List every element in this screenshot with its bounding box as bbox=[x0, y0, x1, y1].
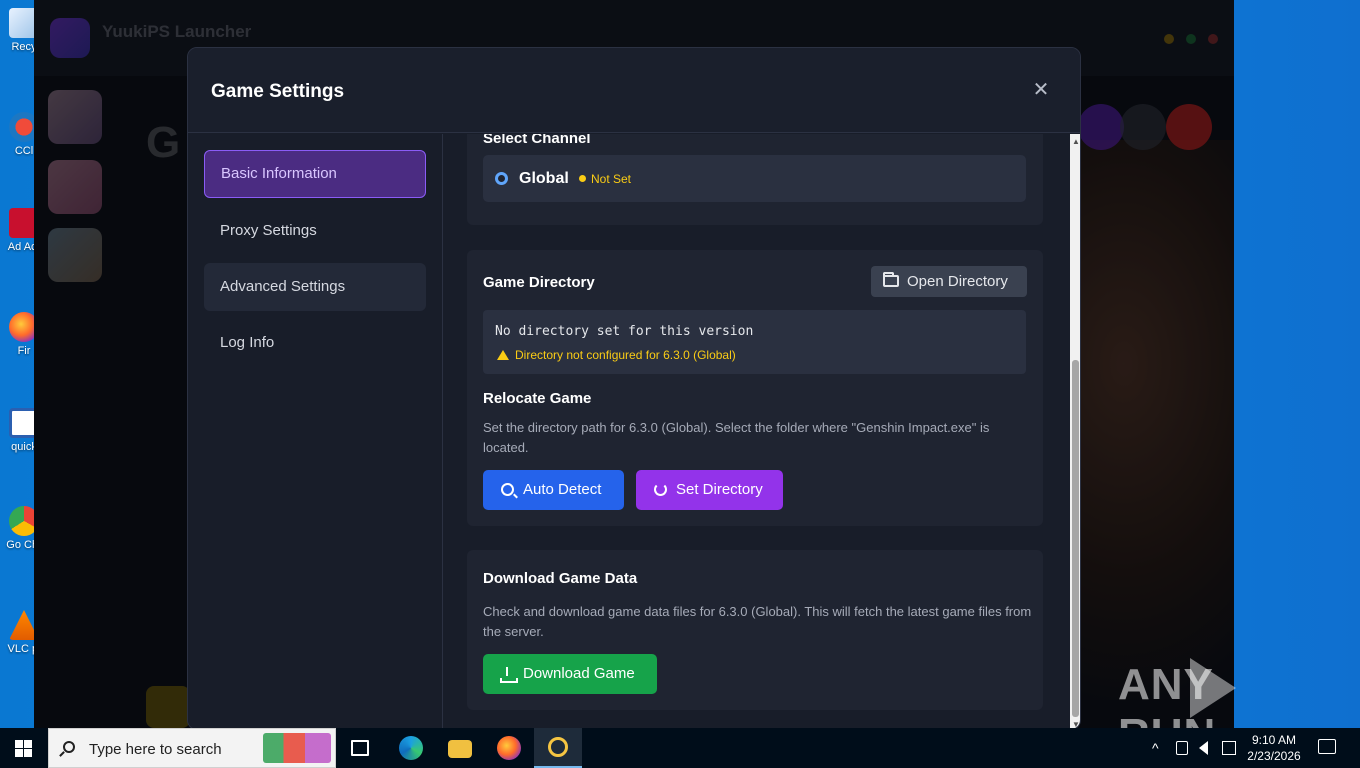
notification-icon[interactable] bbox=[1318, 739, 1336, 754]
auto-detect-label: Auto Detect bbox=[523, 481, 602, 498]
channel-label: Global bbox=[519, 170, 569, 187]
task-view-icon bbox=[351, 740, 369, 756]
download-game-label: Download Game bbox=[523, 665, 635, 682]
warning-icon bbox=[497, 350, 509, 360]
section-title: Relocate Game bbox=[483, 390, 592, 407]
settings-content: Select Channel Global Not Set Game Direc… bbox=[444, 134, 1070, 729]
network-icon[interactable] bbox=[1176, 741, 1188, 755]
desktop-icon-label: CCl bbox=[14, 145, 34, 157]
launcher-icon bbox=[548, 737, 568, 757]
search-icon bbox=[63, 741, 75, 753]
search-placeholder: Type here to search bbox=[89, 741, 222, 758]
show-hidden-icons-chevron-icon[interactable]: ^ bbox=[1152, 740, 1159, 756]
radio-button[interactable] bbox=[495, 172, 508, 185]
edge-icon bbox=[399, 736, 423, 760]
scroll-up-icon[interactable]: ▲ bbox=[1072, 138, 1080, 146]
close-icon[interactable]: ✕ bbox=[1032, 80, 1050, 100]
channel-card: Select Channel Global Not Set bbox=[467, 134, 1043, 225]
download-card: Download Game Data Check and download ga… bbox=[467, 550, 1043, 710]
open-directory-button[interactable]: Open Directory bbox=[871, 266, 1027, 297]
set-directory-button[interactable]: Set Directory bbox=[636, 470, 783, 510]
folder-icon bbox=[883, 272, 899, 287]
firefox-icon bbox=[497, 736, 521, 760]
task-view-button[interactable] bbox=[336, 728, 384, 768]
auto-detect-button[interactable]: Auto Detect bbox=[483, 470, 624, 510]
edge-taskbar-button[interactable] bbox=[386, 728, 434, 768]
search-icon bbox=[501, 483, 514, 496]
sidebar-item-advanced-settings[interactable]: Advanced Settings bbox=[204, 263, 426, 311]
sidebar-item-proxy-settings[interactable]: Proxy Settings bbox=[204, 207, 426, 255]
desktop-icon-label: Recy bbox=[11, 41, 37, 53]
status-badge: Not Set bbox=[591, 172, 632, 186]
firefox-taskbar-button[interactable] bbox=[484, 728, 532, 768]
file-explorer-icon bbox=[448, 740, 472, 758]
game-settings-dialog: Game Settings ✕ Basic Information Proxy … bbox=[187, 47, 1081, 730]
download-description: Check and download game data files for 6… bbox=[483, 604, 1032, 639]
section-title: Game Directory bbox=[483, 274, 595, 291]
settings-sidebar: Basic Information Proxy Settings Advance… bbox=[188, 134, 443, 729]
input-method-icon[interactable] bbox=[1222, 741, 1236, 755]
dialog-header: Game Settings ✕ bbox=[188, 48, 1080, 133]
taskbar: Type here to search ^ 9:10 AM 2/23/2026 bbox=[0, 728, 1360, 768]
start-button[interactable] bbox=[0, 728, 48, 768]
search-highlight-icon bbox=[263, 733, 331, 763]
sidebar-item-log-info[interactable]: Log Info bbox=[204, 319, 426, 367]
section-title: Download Game Data bbox=[483, 570, 638, 587]
download-icon bbox=[500, 667, 518, 683]
desktop-icon-label: quick bbox=[11, 441, 37, 453]
system-clock[interactable]: 9:10 AM 2/23/2026 bbox=[1238, 732, 1310, 764]
channel-option[interactable]: Global Not Set bbox=[483, 155, 1026, 202]
open-directory-label: Open Directory bbox=[907, 273, 1008, 290]
set-directory-label: Set Directory bbox=[676, 481, 763, 498]
taskbar-search-box[interactable]: Type here to search bbox=[48, 728, 336, 768]
desktop-icon-label: Fir bbox=[17, 345, 31, 357]
section-title: Select Channel bbox=[483, 134, 591, 147]
scrollbar-thumb[interactable] bbox=[1072, 360, 1079, 717]
sidebar-item-basic-information[interactable]: Basic Information bbox=[204, 150, 426, 198]
volume-icon[interactable] bbox=[1199, 741, 1208, 755]
clock-time: 9:10 AM bbox=[1251, 733, 1297, 747]
directory-display: No directory set for this version Direct… bbox=[483, 310, 1026, 374]
windows-logo-icon bbox=[15, 740, 32, 757]
directory-path: No directory set for this version bbox=[495, 324, 754, 339]
directory-card: Game Directory Open Directory No directo… bbox=[467, 250, 1043, 526]
refresh-icon bbox=[654, 483, 667, 496]
file-explorer-taskbar-button[interactable] bbox=[435, 728, 483, 768]
relocate-description: Set the directory path for 6.3.0 (Global… bbox=[483, 420, 990, 455]
scroll-down-icon[interactable]: ▼ bbox=[1072, 721, 1080, 729]
dialog-title: Game Settings bbox=[211, 81, 345, 102]
download-game-button[interactable]: Download Game bbox=[483, 654, 657, 694]
launcher-taskbar-button[interactable] bbox=[534, 728, 582, 768]
play-icon bbox=[1190, 658, 1236, 718]
warning-text: Directory not configured for 6.3.0 (Glob… bbox=[515, 348, 736, 362]
status-dot-icon bbox=[579, 175, 586, 182]
clock-date: 2/23/2026 bbox=[1247, 749, 1301, 763]
